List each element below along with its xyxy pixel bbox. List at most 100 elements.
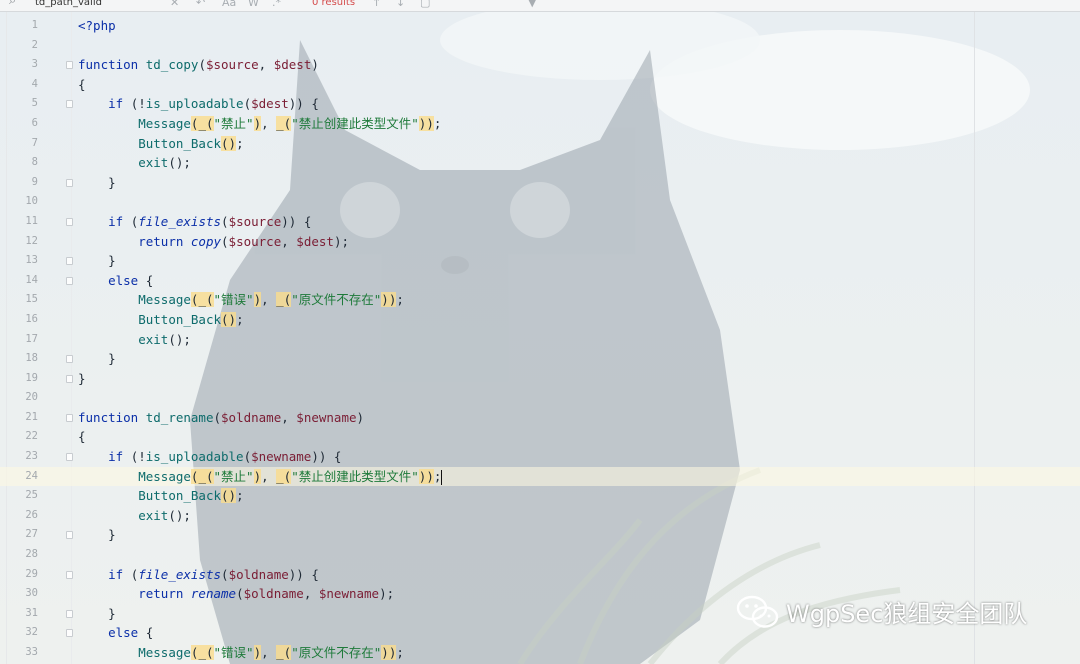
- code-text: }: [78, 605, 116, 621]
- code-line[interactable]: 21 function td_rename($oldname, $newname): [0, 408, 1080, 428]
- close-icon[interactable]: ✕: [170, 0, 179, 9]
- next-result-icon[interactable]: ↓: [396, 0, 405, 9]
- fold-marker-icon[interactable]: [66, 531, 73, 540]
- code-line[interactable]: 19}: [0, 369, 1080, 389]
- fold-marker-icon[interactable]: [66, 257, 73, 266]
- code-line[interactable]: 18 }: [0, 349, 1080, 369]
- code-line[interactable]: 15 Message(_("错误"), _("原文件不存在"));: [0, 290, 1080, 310]
- select-all-icon[interactable]: ▢: [420, 0, 430, 9]
- code-text: }: [78, 527, 116, 543]
- code-line[interactable]: 10: [0, 192, 1080, 212]
- text-caret: [441, 469, 443, 485]
- code-text: function td_copy($source, $dest): [78, 57, 319, 73]
- prev-result-icon[interactable]: ↑: [372, 0, 381, 9]
- code-text: else {: [108, 625, 154, 641]
- code-line[interactable]: 16 Button_Back();: [0, 310, 1080, 330]
- match-case-icon[interactable]: Aa: [222, 0, 236, 9]
- code-line[interactable]: 8 exit();: [0, 153, 1080, 173]
- fold-marker-icon[interactable]: [66, 178, 73, 187]
- fold-marker-icon[interactable]: [66, 413, 73, 422]
- code-line[interactable]: 27 }: [0, 525, 1080, 545]
- code-text: Message(_("禁止"), _("禁止创建此类型文件"));: [138, 468, 443, 485]
- code-text: function td_rename($oldname, $newname): [78, 409, 365, 425]
- fold-marker-icon[interactable]: [66, 276, 73, 285]
- line-number: 1: [31, 19, 38, 31]
- code-text: return rename($oldname, $newname);: [138, 586, 395, 602]
- fold-marker-icon[interactable]: [66, 629, 73, 638]
- line-number: 10: [25, 195, 38, 208]
- fold-marker-icon[interactable]: [66, 453, 73, 462]
- results-count: 0 results: [312, 0, 356, 8]
- code-text: Message(_("禁止"), _("禁止创建此类型文件"));: [138, 115, 442, 131]
- code-text: }: [78, 370, 86, 386]
- code-text: if (file_exists($oldname)) {: [108, 566, 319, 582]
- code-line[interactable]: 29 if (file_exists($oldname)) {: [0, 565, 1080, 585]
- code-line[interactable]: 5 if (!is_uploadable($dest)) {: [0, 94, 1080, 114]
- line-number: 20: [25, 391, 38, 404]
- code-text: exit();: [138, 331, 191, 347]
- undo-icon[interactable]: ↶: [196, 0, 205, 9]
- code-text: }: [78, 174, 116, 190]
- fold-marker-icon[interactable]: [66, 570, 73, 579]
- line-number: 33: [25, 646, 38, 658]
- code-line[interactable]: 1 <?php: [0, 16, 1080, 36]
- line-number: 18: [25, 352, 38, 365]
- code-line[interactable]: 22 {: [0, 427, 1080, 447]
- line-number: 4: [31, 77, 38, 90]
- code-text: exit();: [138, 155, 191, 171]
- line-number: 11: [25, 214, 38, 227]
- code-text: if (file_exists($source)) {: [108, 213, 312, 229]
- search-input[interactable]: td_path_valid: [35, 0, 102, 8]
- code-line[interactable]: 11 if (file_exists($source)) {: [0, 212, 1080, 232]
- whole-word-icon[interactable]: W: [248, 0, 259, 9]
- line-number: 15: [25, 293, 38, 306]
- code-line[interactable]: 3 function td_copy($source, $dest): [0, 55, 1080, 75]
- filter-icon[interactable]: ▼: [528, 0, 536, 9]
- code-line[interactable]: 17 exit();: [0, 330, 1080, 350]
- code-line[interactable]: 7 Button_Back();: [0, 134, 1080, 154]
- line-number: 27: [25, 528, 38, 541]
- fold-marker-icon[interactable]: [66, 609, 73, 618]
- code-line[interactable]: 24 Message(_("禁止"), _("禁止创建此类型文件"));: [0, 466, 1080, 487]
- line-number: 21: [25, 410, 38, 423]
- line-number: 13: [25, 254, 38, 267]
- code-line[interactable]: 23 if (!is_uploadable($newname)) {: [0, 447, 1080, 467]
- code-text: Button_Back();: [138, 135, 244, 151]
- code-editor[interactable]: 1 <?php 2 3 function td_copy($source, $dest)…: [0, 16, 1080, 663]
- code-text: Button_Back();: [138, 311, 244, 327]
- code-line[interactable]: 9 }: [0, 173, 1080, 193]
- line-number: 32: [25, 626, 38, 639]
- code-line[interactable]: 28: [0, 545, 1080, 565]
- line-number: 24: [25, 469, 38, 482]
- line-number: 16: [25, 312, 38, 325]
- code-line[interactable]: 6 Message(_("禁止"), _("禁止创建此类型文件"));: [0, 114, 1080, 134]
- code-text: if (!is_uploadable($dest)) {: [108, 96, 319, 112]
- fold-marker-icon[interactable]: [66, 217, 73, 226]
- fold-marker-icon[interactable]: [66, 61, 73, 70]
- line-number: 30: [25, 587, 38, 600]
- code-line[interactable]: 14 else {: [0, 271, 1080, 291]
- fold-marker-icon[interactable]: [66, 374, 73, 383]
- code-line[interactable]: 12 return copy($source, $dest);: [0, 232, 1080, 252]
- code-line[interactable]: 4{: [0, 75, 1080, 95]
- line-number: 26: [25, 508, 38, 521]
- line-number: 3: [31, 58, 38, 71]
- wechat-icon: [736, 595, 779, 628]
- fold-marker-icon[interactable]: [66, 100, 73, 109]
- code-line[interactable]: 13 }: [0, 251, 1080, 271]
- code-text: {: [78, 76, 86, 92]
- code-text: }: [78, 351, 116, 367]
- watermark-text: WgpSec狼组安全团队: [786, 600, 1028, 628]
- code-line[interactable]: 20: [0, 388, 1080, 408]
- fold-marker-icon[interactable]: [66, 355, 73, 364]
- code-text: return copy($source, $dest);: [138, 233, 349, 249]
- code-line[interactable]: 2: [0, 36, 1080, 56]
- code-line[interactable]: 33 Message(_("错误"), _("原文件不存在"));: [0, 643, 1080, 663]
- line-number: 28: [25, 548, 38, 561]
- code-line[interactable]: 25 Button_Back();: [0, 486, 1080, 506]
- code-line[interactable]: 26 exit();: [0, 506, 1080, 526]
- code-text: {: [78, 429, 86, 445]
- search-icon[interactable]: ⌕: [9, 0, 16, 8]
- code-text: <?php: [78, 18, 116, 33]
- regex-icon[interactable]: .*: [272, 0, 281, 9]
